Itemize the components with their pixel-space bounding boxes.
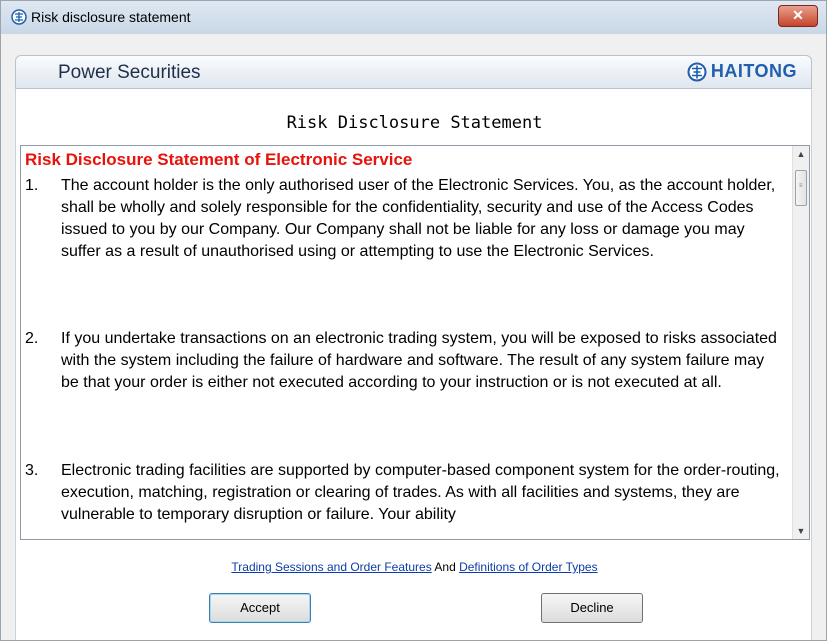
accept-button[interactable]: Accept — [209, 593, 311, 623]
scroll-thumb[interactable]: ≡ — [795, 170, 807, 206]
haitong-logo: HAITONG — [687, 61, 797, 82]
scroll-down-arrow-icon[interactable]: ▼ — [793, 523, 809, 539]
app-name: Power Securities — [58, 62, 201, 83]
risk-disclosure-window: Risk disclosure statement ✕ Power Securi… — [0, 0, 827, 641]
grip-icon: ≡ — [799, 183, 803, 189]
item-number: 2. — [25, 330, 39, 347]
decline-button[interactable]: Decline — [541, 593, 643, 623]
order-types-link[interactable]: Definitions of Order Types — [459, 560, 598, 574]
logo-text: HAITONG — [710, 61, 797, 81]
list-item: If you undertake transactions on an elec… — [61, 330, 777, 391]
links-connector: And — [434, 560, 456, 574]
footer-links: Trading Sessions and Order Features And … — [1, 560, 826, 574]
page-title: Risk Disclosure Statement — [286, 113, 543, 133]
list-item: Electronic trading facilities are suppor… — [61, 462, 780, 523]
vertical-scrollbar[interactable]: ▲ ≡ ▼ — [792, 146, 809, 539]
disclosure-textbox[interactable]: Risk Disclosure Statement of Electronic … — [20, 145, 810, 540]
haitong-logo-icon — [11, 9, 27, 25]
disclosure-title: Risk Disclosure Statement of Electronic … — [25, 150, 413, 169]
title-bar: Risk disclosure statement ✕ — [1, 1, 826, 34]
scroll-up-arrow-icon[interactable]: ▲ — [793, 146, 809, 162]
brand-header: Power Securities HAITONG — [15, 55, 812, 89]
item-number: 3. — [25, 462, 39, 479]
close-button[interactable]: ✕ — [778, 5, 818, 27]
list-item: The account holder is the only authorise… — [61, 177, 776, 260]
item-number: 1. — [25, 177, 39, 194]
window-title: Risk disclosure statement — [31, 9, 191, 25]
trading-sessions-link[interactable]: Trading Sessions and Order Features — [231, 560, 431, 574]
haitong-logo-icon — [687, 62, 707, 81]
disclosure-content: Risk Disclosure Statement of Electronic … — [21, 146, 793, 539]
